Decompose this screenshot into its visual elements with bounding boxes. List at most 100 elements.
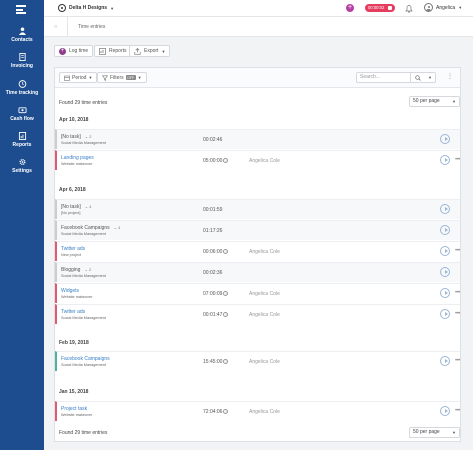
clock-icon xyxy=(18,80,26,88)
chevron-down-icon: ▼ xyxy=(452,99,456,104)
entry-task-link[interactable]: Landing pages xyxy=(61,155,94,161)
sidebar-item-cash-flow[interactable]: Cash flow xyxy=(0,106,44,122)
reports-button[interactable]: Reports xyxy=(94,45,132,57)
reports-label: Reports xyxy=(109,48,127,54)
play-icon[interactable] xyxy=(440,134,450,144)
time-entry-row[interactable]: [No task] ⌄ 2 Social Media Management 00:… xyxy=(55,129,460,149)
app-logo-icon[interactable] xyxy=(16,5,26,15)
plus-icon: + xyxy=(59,47,66,55)
info-icon[interactable]: i xyxy=(223,312,229,318)
more-options-icon[interactable]: ••• xyxy=(455,290,460,296)
more-options-icon[interactable]: ••• xyxy=(455,311,460,317)
time-entry-row[interactable]: Facebook Campaigns ⌄ 4 Social Media Manag… xyxy=(55,220,460,240)
entry-project: Website makeover xyxy=(61,295,93,299)
log-time-button[interactable]: + Log time xyxy=(54,45,94,57)
entry-task: [No task] ⌄ 2 xyxy=(61,134,91,140)
quick-add-button[interactable]: + xyxy=(346,4,354,12)
search-button[interactable] xyxy=(410,73,424,82)
entry-task-link[interactable]: Twitter ads xyxy=(61,309,85,315)
sidebar-item-label: Settings xyxy=(12,168,32,174)
more-options-icon[interactable]: ••• xyxy=(455,157,460,163)
per-page-select-top[interactable]: 50 per page ▼ xyxy=(409,96,460,107)
export-button[interactable]: Export ▼ xyxy=(129,45,171,57)
period-dropdown[interactable]: Period ▼ xyxy=(59,72,98,83)
user-menu[interactable]: Angelica ▼ xyxy=(424,3,462,12)
per-page-select-bottom[interactable]: 50 per page ▼ xyxy=(409,427,460,438)
chevron-down-icon: ▼ xyxy=(110,5,115,11)
invoice-icon xyxy=(18,53,26,61)
entry-duration: 72:04:06 i xyxy=(203,409,229,415)
time-entry-row[interactable]: Twitter ads New project 00:06:00 i Angeli… xyxy=(55,241,460,261)
entry-duration: 00:01:59 xyxy=(203,207,223,213)
play-icon[interactable] xyxy=(440,204,450,214)
period-label: Period xyxy=(72,74,87,81)
play-icon[interactable] xyxy=(440,309,450,319)
play-icon[interactable] xyxy=(440,155,450,165)
entry-project: Website makeover xyxy=(61,162,93,166)
time-entry-row[interactable]: Widgets Website makeover 07:00:09 i Angel… xyxy=(55,283,460,303)
entry-duration-value: 00:01:47 xyxy=(203,312,223,318)
time-entry-row[interactable]: Project task Website makeover 72:04:06 i … xyxy=(55,401,460,421)
bell-icon[interactable] xyxy=(405,4,413,13)
filters-label: Filters xyxy=(110,74,124,81)
entry-task-link[interactable]: Facebook Campaigns xyxy=(61,356,110,362)
filters-dropdown[interactable]: Filters OFF ▼ xyxy=(97,72,147,83)
entry-count-value: 2 xyxy=(89,134,92,139)
play-icon[interactable] xyxy=(440,267,450,277)
sidebar-item-time-tracking[interactable]: Time tracking xyxy=(0,80,44,96)
more-options-icon[interactable]: ••• xyxy=(455,358,460,364)
entry-task-link[interactable]: Widgets xyxy=(61,288,79,294)
entry-project: Social Media Management xyxy=(61,232,106,236)
entry-user: Angelica Cole xyxy=(249,409,280,415)
entry-user: Angelica Cole xyxy=(249,312,280,318)
info-icon[interactable]: i xyxy=(223,359,229,365)
info-icon[interactable]: i xyxy=(223,409,229,415)
entry-count-value: 4 xyxy=(118,225,121,230)
time-entry-row[interactable]: Blogging ⌄ 2 Social Media Management 00:0… xyxy=(55,262,460,282)
time-entry-row[interactable]: Twitter ads Social Media Management 00:0… xyxy=(55,304,460,324)
play-icon[interactable] xyxy=(440,356,450,366)
play-icon[interactable] xyxy=(440,225,450,235)
play-icon[interactable] xyxy=(440,246,450,256)
chevron-down-icon: ▼ xyxy=(88,75,93,80)
chevron-down-icon: ▼ xyxy=(458,5,463,10)
entry-duration-value: 15:45:00 xyxy=(203,359,223,365)
play-icon[interactable] xyxy=(440,288,450,298)
info-icon[interactable]: i xyxy=(223,249,229,255)
more-options-icon[interactable]: ••• xyxy=(455,248,460,254)
entry-duration: 00:02:46 xyxy=(203,137,223,143)
company-switcher[interactable]: Delta H Designs ▼ xyxy=(58,4,114,12)
info-icon[interactable]: i xyxy=(223,291,229,297)
entry-duration-value: 00:06:00 xyxy=(203,249,223,255)
entry-duration-value: 05:00:00 xyxy=(203,158,223,164)
page-title: Time entries xyxy=(78,23,106,30)
sidebar-item-reports[interactable]: Reports xyxy=(0,132,44,148)
entry-task-name: Facebook Campaigns xyxy=(61,225,110,231)
sidebar-item-label: Invoicing xyxy=(11,63,33,69)
more-options-icon[interactable]: ••• xyxy=(455,408,460,414)
search-placeholder: Search... xyxy=(360,74,381,80)
info-icon[interactable]: i xyxy=(223,158,229,164)
more-options-icon[interactable]: ⋮ xyxy=(447,74,453,80)
time-entry-row[interactable]: Facebook Campaigns Social Media Manageme… xyxy=(55,351,460,371)
date-group-header: Feb 19, 2018 xyxy=(59,340,89,346)
back-icon[interactable]: ○ xyxy=(44,16,68,37)
sidebar-item-invoicing[interactable]: Invoicing xyxy=(0,53,44,69)
entry-duration: 05:00:00 i xyxy=(203,158,229,164)
entry-project: Website makeover xyxy=(61,413,93,417)
entry-task-name: [No task] xyxy=(61,134,81,140)
entry-task-link[interactable]: Project task xyxy=(61,406,87,412)
entry-duration: 01:17:26 xyxy=(203,228,223,234)
time-entry-row[interactable]: Landing pages Website makeover 05:00:00 i… xyxy=(55,150,460,170)
search-input[interactable]: Search... ▼ xyxy=(356,72,436,83)
per-page-label: 50 per page xyxy=(413,98,440,104)
running-timer-button[interactable]: 00:00:02 xyxy=(365,4,395,12)
chevron-down-icon[interactable]: ▼ xyxy=(428,73,432,82)
entry-project: Social Media Management xyxy=(61,141,106,145)
sidebar-item-settings[interactable]: Settings xyxy=(0,158,44,174)
entry-task-link[interactable]: Twitter ads xyxy=(61,246,85,252)
play-icon[interactable] xyxy=(440,406,450,416)
time-entry-row[interactable]: [No task] ⌄ 4 [No project] 00:01:59 xyxy=(55,199,460,219)
sidebar-item-contacts[interactable]: Contacts xyxy=(0,27,44,43)
export-icon xyxy=(134,47,141,55)
